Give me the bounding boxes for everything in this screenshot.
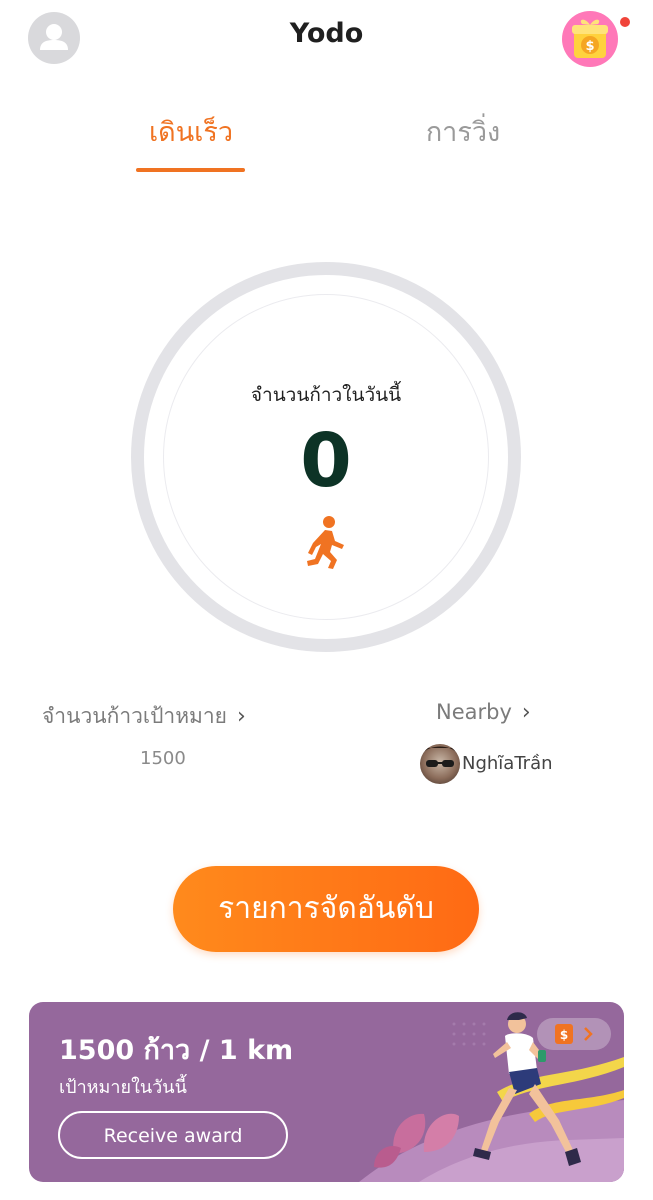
svg-text:$: $: [560, 1028, 568, 1042]
app-title: Yodo: [289, 18, 364, 49]
active-tab-indicator: [136, 168, 245, 172]
chevron-right-icon: ›: [236, 704, 246, 729]
target-steps-link[interactable]: จำนวนก้าวเป้าหมาย ›: [42, 700, 246, 733]
today-steps-label: จำนวนก้าวในวันนี้: [250, 384, 402, 406]
receive-award-button[interactable]: Receive award: [58, 1111, 288, 1159]
daily-goal-banner[interactable]: $ 1500 ก้าว / 1 km เป้าหมายในวันนี้ Rece…: [29, 1002, 624, 1182]
banner-subtitle: เป้าหมายในวันนี้: [59, 1077, 187, 1098]
chevron-right-icon: ›: [521, 700, 531, 725]
gift-icon[interactable]: $: [561, 10, 619, 68]
target-steps-value: 1500: [140, 748, 186, 769]
tab-running[interactable]: การวิ่ง: [408, 110, 518, 153]
svg-text:$: $: [585, 39, 594, 54]
nearby-user-name: NghĩaTrần: [462, 753, 553, 774]
today-step-count: 0: [300, 418, 352, 504]
user-avatar: [420, 744, 460, 784]
banner-title: 1500 ก้าว / 1 km: [59, 1035, 294, 1066]
tab-walking[interactable]: เดินเร็ว: [136, 110, 246, 153]
walking-person-icon: [304, 514, 348, 570]
app-header: Yodo $: [0, 0, 653, 80]
coin-badge[interactable]: $: [537, 1018, 611, 1050]
notification-dot: [620, 17, 630, 27]
nearby-link[interactable]: Nearby ›: [436, 700, 531, 725]
ranking-button[interactable]: รายการจัดอันดับ: [173, 866, 479, 952]
target-steps-label: จำนวนก้าวเป้าหมาย: [42, 704, 227, 728]
nearby-label: Nearby: [436, 700, 512, 724]
